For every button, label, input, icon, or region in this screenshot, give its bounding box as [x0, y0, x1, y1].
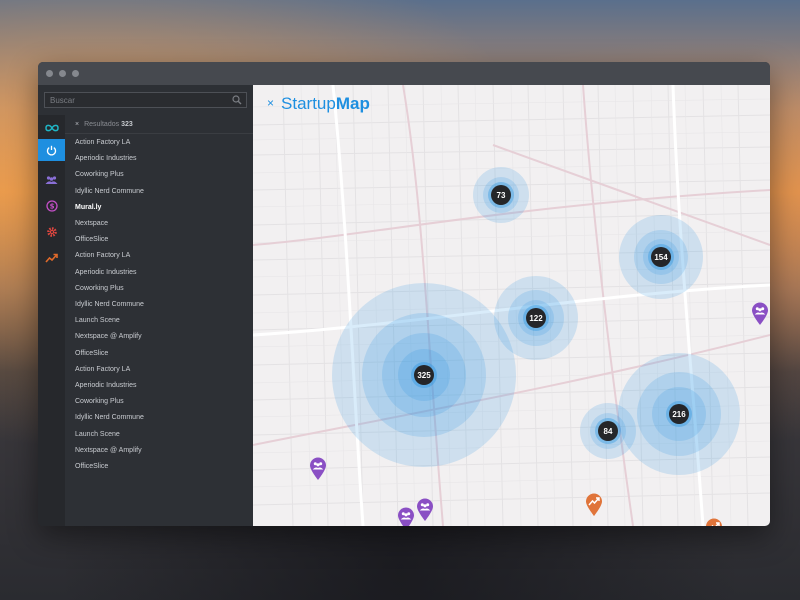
list-item[interactable]: Aperiodic Industries	[75, 155, 136, 162]
list-item[interactable]: Aperiodic Industries	[75, 382, 136, 389]
close-map-button[interactable]: ×	[267, 96, 274, 110]
list-item[interactable]: Launch Scene	[75, 317, 120, 324]
trend-pin-icon[interactable]	[585, 493, 603, 517]
cluster-count: 122	[526, 308, 546, 328]
list-item[interactable]: Action Factory LA	[75, 366, 130, 373]
trend-pin-icon[interactable]	[705, 518, 723, 526]
list-item[interactable]: Mural.ly	[75, 204, 101, 211]
results-count: 323	[121, 121, 133, 128]
people-icon	[45, 176, 58, 184]
list-item[interactable]: Coworking Plus	[75, 285, 124, 292]
list-item[interactable]: Action Factory LA	[75, 139, 130, 146]
rail-dollar-button[interactable]: $	[38, 195, 65, 217]
people-pin-icon[interactable]	[751, 302, 769, 326]
list-item[interactable]: OfficeSlice	[75, 236, 108, 243]
people-pin-icon[interactable]	[416, 498, 434, 522]
category-rail: $	[38, 115, 65, 526]
dollar-icon: $	[45, 200, 58, 212]
search-input[interactable]	[45, 93, 230, 107]
list-item[interactable]: Coworking Plus	[75, 171, 124, 178]
cluster-count: 325	[414, 365, 434, 385]
rail-power-button[interactable]	[38, 139, 65, 161]
map-view[interactable]: × StartupMap 73 154 122 325 84 216	[253, 85, 770, 526]
rail-trend-button[interactable]	[38, 247, 65, 269]
trend-icon	[45, 253, 58, 263]
window-minimize-dot[interactable]	[59, 70, 66, 77]
divider	[65, 133, 253, 134]
brand-bold: Map	[335, 94, 370, 113]
list-item[interactable]: Launch Scene	[75, 431, 120, 438]
rail-infinity-button[interactable]	[38, 117, 65, 139]
cluster-count: 154	[651, 247, 671, 267]
list-item[interactable]: Coworking Plus	[75, 398, 124, 405]
list-item[interactable]: OfficeSlice	[75, 350, 108, 357]
window-maximize-dot[interactable]	[72, 70, 79, 77]
cluster-count: 216	[669, 404, 689, 424]
cluster-count: 84	[598, 421, 618, 441]
app-brand: × StartupMap	[267, 94, 370, 114]
search-icon[interactable]	[232, 95, 242, 105]
people-pin-icon[interactable]	[397, 507, 415, 526]
list-item[interactable]: Nextspace @ Amplify	[75, 333, 142, 340]
list-item[interactable]: Idyllic Nerd Commune	[75, 188, 144, 195]
list-item[interactable]: Nextspace @ Amplify	[75, 447, 142, 454]
app-window: $ ×Resultados 323 Action Factory LAApe	[38, 62, 770, 526]
list-item[interactable]: Action Factory LA	[75, 252, 130, 259]
title-bar	[38, 62, 770, 85]
results-summary: × Resultados 323	[75, 121, 133, 128]
window-close-dot[interactable]	[46, 70, 53, 77]
list-item[interactable]: OfficeSlice	[75, 463, 108, 470]
rail-people-button[interactable]	[38, 169, 65, 191]
list-item[interactable]: Idyllic Nerd Commune	[75, 301, 144, 308]
cluster-count: 73	[491, 185, 511, 205]
gear-icon	[46, 227, 57, 237]
svg-text:$: $	[49, 203, 54, 211]
power-icon	[46, 145, 57, 155]
list-item[interactable]: Nextspace	[75, 220, 108, 227]
rail-gear-button[interactable]	[38, 221, 65, 243]
brand-light: Startup	[281, 94, 336, 113]
list-item[interactable]: Idyllic Nerd Commune	[75, 414, 144, 421]
people-pin-icon[interactable]	[309, 457, 327, 481]
clear-results-button[interactable]: ×	[75, 121, 79, 128]
sidebar: $ ×Resultados 323 Action Factory LAApe	[38, 85, 253, 526]
list-item[interactable]: Aperiodic Industries	[75, 269, 136, 276]
infinity-icon	[44, 124, 59, 132]
search-box	[44, 92, 247, 108]
results-label: Resultados	[84, 121, 120, 128]
